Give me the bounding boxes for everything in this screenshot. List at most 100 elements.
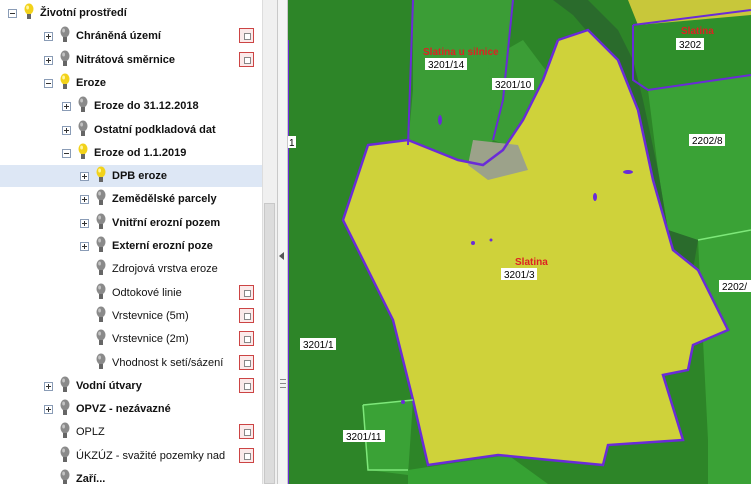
layer-tree-row[interactable]: Eroze od 1.1.2019 xyxy=(0,142,262,164)
layer-tree-row[interactable]: Chráněná území xyxy=(0,25,262,47)
legend-icon[interactable] xyxy=(239,354,254,370)
layer-label[interactable]: DPB eroze xyxy=(112,170,167,182)
layer-label[interactable]: Eroze xyxy=(76,77,106,89)
layer-tree-row[interactable]: Externí erozní poze xyxy=(0,235,262,257)
layer-label[interactable]: ÚKZÚZ - svažité pozemky nad xyxy=(76,450,225,462)
layer-label[interactable]: Eroze od 1.1.2019 xyxy=(94,147,186,159)
layer-tree-row[interactable]: Vrstevnice (5m) xyxy=(0,305,262,327)
expand-icon[interactable] xyxy=(44,32,53,42)
visibility-bulb-icon[interactable] xyxy=(60,376,70,394)
visibility-bulb-icon[interactable] xyxy=(96,166,106,184)
layer-label[interactable]: Zdrojová vrstva eroze xyxy=(112,263,218,275)
legend-icon[interactable] xyxy=(239,447,254,463)
legend-icon[interactable] xyxy=(239,331,254,347)
layer-tree-row[interactable]: Vrstevnice (2m) xyxy=(0,328,262,350)
expand-icon[interactable] xyxy=(80,172,89,182)
svg-text:3202: 3202 xyxy=(679,40,702,51)
legend-icon[interactable] xyxy=(239,377,254,393)
layer-tree-row[interactable]: Vodní útvary xyxy=(0,375,262,397)
layer-tree-row[interactable]: Nitrátová směrnice xyxy=(0,49,262,71)
place-name-3: Slatina xyxy=(681,26,714,37)
layer-tree-row[interactable]: ÚKZÚZ - svažité pozemky nad xyxy=(0,445,262,467)
visibility-bulb-icon[interactable] xyxy=(60,73,70,91)
collapse-arrow-icon[interactable] xyxy=(279,252,284,260)
visibility-bulb-icon[interactable] xyxy=(60,469,70,484)
expand-icon[interactable] xyxy=(80,242,89,251)
mark xyxy=(401,400,405,404)
layer-tree-row[interactable]: Zdrojová vrstva eroze xyxy=(0,258,262,280)
visibility-bulb-icon[interactable] xyxy=(60,399,70,417)
layer-label[interactable]: Vodní útvary xyxy=(76,380,142,392)
layer-label[interactable]: Odtokové linie xyxy=(112,287,182,299)
visibility-bulb-icon[interactable] xyxy=(60,50,70,68)
visibility-bulb-icon[interactable] xyxy=(96,213,106,231)
parcel-label-3201-10: 3201/10 xyxy=(492,78,534,91)
map-view[interactable]: Slatina u silnice Slatina Slatina 3201/1… xyxy=(288,0,751,484)
legend-icon[interactable] xyxy=(239,284,254,300)
layer-tree-row[interactable]: Životní prostředí xyxy=(0,2,262,24)
layer-label[interactable]: Vrstevnice (2m) xyxy=(112,333,189,345)
collapse-icon[interactable] xyxy=(8,9,17,18)
layer-label[interactable]: Vhodnost k setí/sázení xyxy=(112,357,223,369)
visibility-bulb-icon[interactable] xyxy=(60,26,70,44)
legend-icon[interactable] xyxy=(239,51,254,67)
mark xyxy=(623,170,633,174)
layer-tree-row[interactable]: Vnitřní erozní pozem xyxy=(0,212,262,234)
visibility-bulb-icon[interactable] xyxy=(96,259,106,277)
visibility-bulb-icon[interactable] xyxy=(96,189,106,207)
visibility-bulb-icon[interactable] xyxy=(60,422,70,440)
layer-tree-scrollbar[interactable] xyxy=(262,0,277,484)
layer-tree-row[interactable]: Vhodnost k setí/sázení xyxy=(0,352,262,374)
visibility-bulb-icon[interactable] xyxy=(24,3,34,21)
mark xyxy=(471,241,475,245)
collapse-icon[interactable] xyxy=(44,78,53,88)
visibility-bulb-icon[interactable] xyxy=(96,306,106,324)
expand-icon[interactable] xyxy=(80,218,89,228)
layer-tree-row[interactable]: DPB eroze xyxy=(0,165,262,188)
visibility-bulb-icon[interactable] xyxy=(96,329,106,347)
visibility-bulb-icon[interactable] xyxy=(96,283,106,301)
layer-label[interactable]: Chráněná území xyxy=(76,30,161,42)
layer-tree-row[interactable]: Eroze do 31.12.2018 xyxy=(0,95,262,117)
expand-icon[interactable] xyxy=(44,381,53,391)
parcel-label-3201-3: 3201/3 xyxy=(501,268,537,281)
legend-icon[interactable] xyxy=(239,424,254,440)
layer-label[interactable]: Nitrátová směrnice xyxy=(76,54,175,66)
panel-splitter[interactable] xyxy=(277,0,288,484)
expand-icon[interactable] xyxy=(80,195,89,205)
legend-icon[interactable] xyxy=(239,307,254,323)
layer-label[interactable]: Externí erozní poze xyxy=(112,240,213,252)
layer-tree-row[interactable]: OPLZ xyxy=(0,421,262,443)
parcel-label-edge: 1 xyxy=(288,136,296,149)
scrollbar-thumb[interactable] xyxy=(264,203,275,484)
visibility-bulb-icon[interactable] xyxy=(96,236,106,254)
layer-label[interactable]: OPVZ - nezávazné xyxy=(76,403,171,415)
expand-icon[interactable] xyxy=(62,125,71,135)
visibility-bulb-icon[interactable] xyxy=(96,353,106,371)
layer-tree-row[interactable]: Eroze xyxy=(0,72,262,94)
visibility-bulb-icon[interactable] xyxy=(78,143,88,161)
visibility-bulb-icon[interactable] xyxy=(78,96,88,114)
layer-label[interactable]: Ostatní podkladová dat xyxy=(94,124,216,136)
layer-label[interactable]: Vnitřní erozní pozem xyxy=(112,217,220,229)
layer-label[interactable]: Zemědělské parcely xyxy=(112,193,217,205)
legend-icon[interactable] xyxy=(239,28,254,44)
layer-tree-row[interactable]: Zemědělské parcely xyxy=(0,188,262,210)
layer-label[interactable]: Eroze do 31.12.2018 xyxy=(94,100,199,112)
layer-label[interactable]: Vrstevnice (5m) xyxy=(112,310,189,322)
expand-icon[interactable] xyxy=(62,102,71,112)
layer-label[interactable]: Zaří... xyxy=(76,473,105,484)
visibility-bulb-icon[interactable] xyxy=(78,120,88,138)
layer-tree-row[interactable]: Zaří... xyxy=(0,468,262,484)
collapse-icon[interactable] xyxy=(62,148,71,158)
layer-label[interactable]: OPLZ xyxy=(76,426,105,438)
visibility-bulb-icon[interactable] xyxy=(60,446,70,464)
layer-label[interactable]: Životní prostředí xyxy=(40,7,127,19)
layer-tree-row[interactable]: Ostatní podkladová dat xyxy=(0,119,262,141)
layer-tree-row[interactable]: OPVZ - nezávazné xyxy=(0,398,262,420)
expand-icon[interactable] xyxy=(44,405,53,415)
grip-icon xyxy=(280,379,286,388)
map-canvas[interactable]: Slatina u silnice Slatina Slatina 3201/1… xyxy=(288,0,751,484)
expand-icon[interactable] xyxy=(44,55,53,65)
layer-tree-row[interactable]: Odtokové linie xyxy=(0,282,262,304)
